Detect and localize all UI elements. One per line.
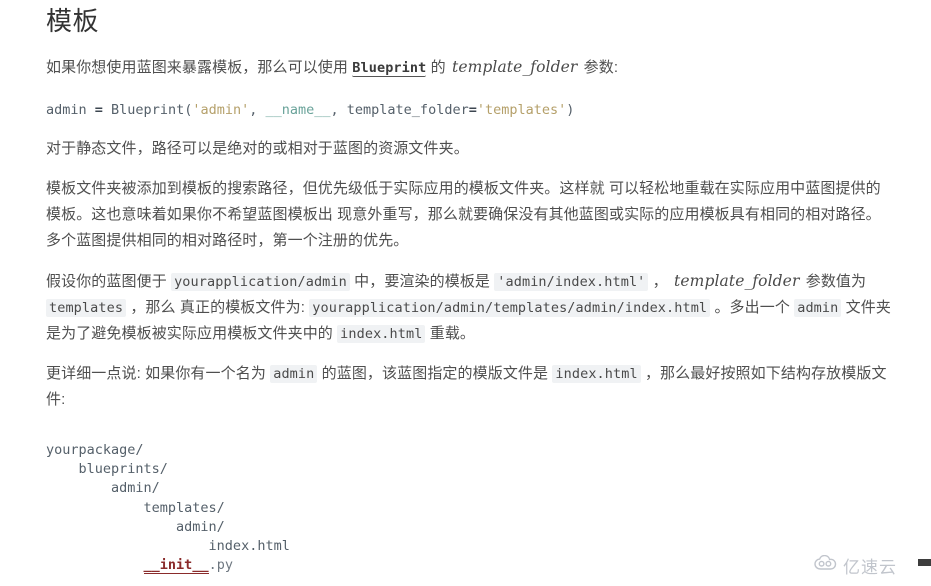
inline-code-admin: admin	[270, 365, 318, 383]
tree-line: yourpackage/	[46, 442, 144, 458]
code-token: )	[566, 102, 575, 118]
paragraph-intro: 如果你想使用蓝图来暴露模板，那么可以使用 Blueprint 的 templat…	[46, 54, 895, 81]
paragraph-text-segment: 假设你的蓝图便于	[46, 273, 172, 290]
paragraph-text-segment: 。多出一个	[710, 299, 795, 316]
watermark: 亿速云	[814, 553, 897, 578]
document-page: 模板 如果你想使用蓝图来暴露模板，那么可以使用 Blueprint 的 temp…	[0, 0, 931, 586]
italic-template-folder: template_folder	[674, 272, 800, 290]
paragraph-text-segment: 重载。	[425, 325, 476, 342]
scrollbar-thumb[interactable]	[918, 559, 931, 566]
paragraph-structure-intro: 更详细一点说: 如果你有一个名为 admin 的蓝图，该蓝图指定的模版文件是 i…	[46, 361, 895, 413]
code-token: Blueprint(	[102, 102, 193, 118]
corner-spacer	[920, 566, 931, 586]
code-block-blueprint-constructor: admin = Blueprint('admin', __name__, tem…	[46, 99, 895, 122]
paragraph-text-segment: 参数值为	[801, 273, 867, 290]
code-token: , template_folder	[330, 102, 469, 118]
code-token-operator: =	[468, 102, 477, 118]
paragraph-example-path: 假设你的蓝图便于 yourapplication/admin 中，要渲染的模板是…	[46, 268, 895, 347]
paragraph-text-segment: 参数:	[579, 59, 619, 76]
tree-line-indent	[46, 557, 144, 573]
inline-code-admin: admin	[794, 299, 842, 317]
page-title: 模板	[46, 6, 100, 36]
paragraph-text-segment: 如果你想使用蓝图来暴露模板，那么可以使用	[46, 59, 353, 76]
tree-line: index.html	[46, 538, 290, 555]
tree-line-init-extension: .py	[208, 557, 233, 574]
code-token: ,	[249, 102, 266, 118]
code-token-operator: =	[94, 102, 103, 118]
inline-code-full-template-path: yourapplication/admin/templates/admin/in…	[309, 299, 711, 317]
code-block-directory-tree: yourpackage/ blueprints/ admin/ template…	[46, 439, 895, 578]
watermark-label: 亿速云	[843, 558, 897, 578]
paragraph-text-segment: 中，要渲染的模板是	[349, 273, 495, 290]
inline-code-templates: templates	[46, 299, 127, 317]
paragraph-text-segment: 的蓝图，该蓝图指定的模版文件是	[317, 365, 553, 382]
inline-code-yourapplication-admin: yourapplication/admin	[171, 273, 350, 291]
paragraph-text-segment: ，那么 真正的模板文件为:	[126, 299, 310, 316]
code-token: admin	[46, 102, 95, 118]
paragraph-text-segment: ，	[648, 273, 673, 290]
tree-line: admin/	[46, 518, 225, 535]
inline-code-admin-index-html: 'admin/index.html'	[494, 273, 649, 291]
inline-code-index-html: index.html	[552, 365, 641, 383]
code-token-string: 'admin'	[192, 102, 250, 118]
code-token-dunder: __name__	[265, 102, 331, 118]
tree-line: templates/	[46, 499, 225, 516]
inline-code-blueprint: Blueprint	[352, 60, 427, 77]
paragraph-text-segment: 的	[426, 59, 450, 76]
tree-line: blueprints/	[46, 461, 168, 478]
tree-line: admin/	[46, 480, 160, 497]
paragraph-text-segment: 更详细一点说: 如果你有一个名为	[46, 365, 271, 382]
inline-code-index-html: index.html	[337, 325, 426, 343]
cloud-icon	[814, 554, 838, 576]
italic-template-folder: template_folder	[451, 58, 578, 76]
code-token-string: 'templates'	[476, 102, 567, 118]
paragraph-static-files: 对于静态文件，路径可以是绝对的或相对于蓝图的资源文件夹。	[46, 140, 469, 157]
paragraph-search-path: 模板文件夹被添加到模板的搜索路径，但优先级低于实际应用的模板文件夹。这样就 可以…	[46, 180, 881, 249]
tree-line-init-file: __init__	[143, 557, 209, 575]
